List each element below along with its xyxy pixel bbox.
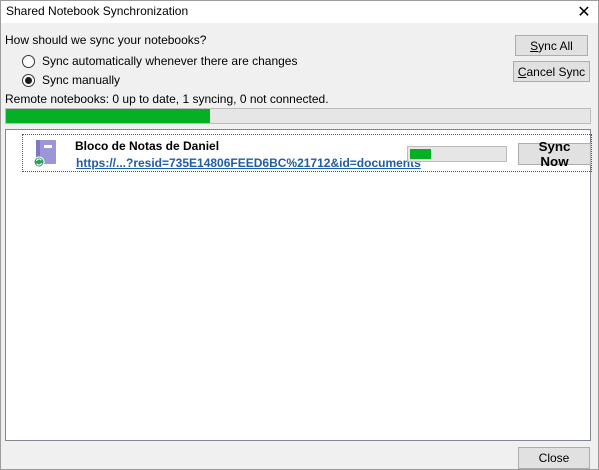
notebook-name: Bloco de Notas de Daniel	[75, 139, 220, 153]
close-button[interactable]: Close	[518, 447, 590, 469]
radio-selected-dot	[25, 76, 32, 84]
radio-auto-circle[interactable]	[22, 54, 35, 68]
radio-auto-label: Sync automatically whenever there are ch…	[42, 54, 298, 68]
sync-all-button[interactable]: Sync All	[515, 35, 588, 56]
sync-now-button[interactable]: Sync Now	[518, 139, 591, 169]
window-title: Shared Notebook Synchronization	[6, 4, 189, 18]
radio-manual-label: Sync manually	[42, 73, 121, 87]
radio-sync-auto[interactable]: Sync automatically whenever there are ch…	[22, 54, 297, 68]
notebook-progress-bar	[407, 146, 507, 162]
sync-dialog: Shared Notebook Synchronization ✕ How sh…	[0, 0, 599, 470]
notebook-list[interactable]: Bloco de Notas de Daniel https://...?res…	[5, 129, 592, 441]
notebook-progress-fill	[410, 149, 431, 159]
overall-progress-fill	[6, 109, 211, 123]
sync-status-summary: Remote notebooks: 0 up to date, 1 syncin…	[5, 92, 329, 106]
notebook-row[interactable]: Bloco de Notas de Daniel https://...?res…	[22, 134, 592, 172]
title-bar: Shared Notebook Synchronization ✕	[1, 1, 598, 23]
sync-all-mnemonic: S	[530, 38, 539, 53]
sync-question: How should we sync your notebooks?	[5, 33, 207, 47]
cancel-sync-label: ancel Sync	[526, 64, 586, 79]
notebook-icon	[33, 140, 56, 168]
cancel-sync-button[interactable]: Cancel Sync	[513, 61, 590, 82]
close-icon[interactable]: ✕	[570, 1, 598, 23]
notebook-link[interactable]: https://...?resid=735E14806FEED6BC%21712…	[76, 156, 421, 170]
radio-manual-circle[interactable]	[22, 73, 35, 87]
sync-all-label: ync All	[538, 38, 573, 53]
overall-progress-bar	[5, 108, 591, 124]
radio-sync-manual[interactable]: Sync manually	[22, 73, 120, 87]
cancel-sync-mnemonic: C	[517, 64, 527, 79]
